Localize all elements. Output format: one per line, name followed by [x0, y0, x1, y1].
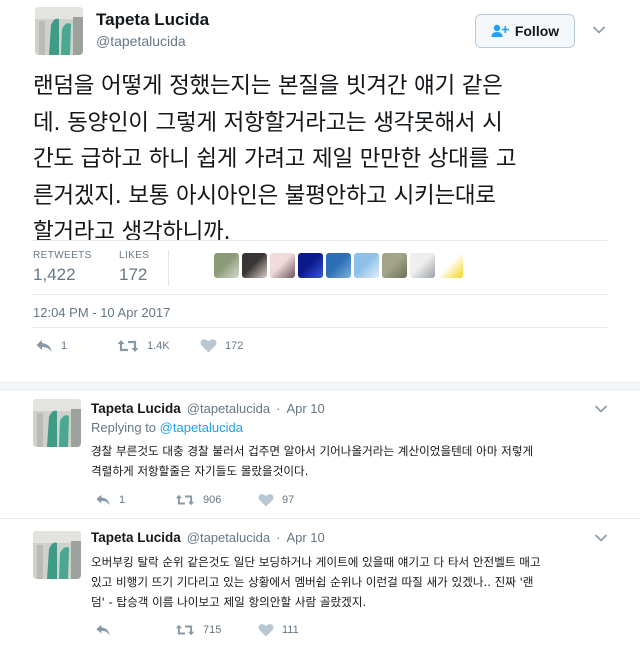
reply-header: Tapeta Lucida @tapetalucida · Apr 10 — [91, 401, 325, 416]
separator-dot: · — [276, 530, 281, 545]
retweet-icon — [175, 494, 195, 506]
retweet-count: 906 — [203, 494, 222, 506]
tweet-text-line: 간도 급하고 하니 쉽게 가려고 제일 만만한 상대를 고 — [33, 146, 517, 172]
reply-tweet[interactable]: Tapeta Lucida @tapetalucida · Apr 10 Rep… — [0, 390, 640, 518]
tweet-text: 랜덤을 어떻게 정했는지는 본질을 빗겨간 얘기 같은 데. 동양인이 그렇게 … — [33, 68, 603, 251]
liker-avatar[interactable] — [298, 253, 323, 278]
retweet-count: 715 — [203, 624, 222, 636]
chevron-down-icon[interactable] — [594, 404, 608, 414]
liker-avatar[interactable] — [410, 253, 435, 278]
author-name[interactable]: Tapeta Lucida — [91, 530, 181, 545]
like-button[interactable]: 97 — [258, 493, 294, 507]
liker-avatar[interactable] — [382, 253, 407, 278]
divider — [33, 294, 607, 295]
reply-text-line: 격렬하게 저항할줄은 자기들도 몰랐을것이다. — [91, 464, 309, 478]
tweet-text-line: 른거겠지. 보통 아시아인은 불평안하고 시키는대로 — [33, 182, 496, 209]
reply-button[interactable]: 1 — [35, 338, 67, 354]
replying-to: Replying to @tapetalucida — [91, 420, 243, 435]
reply-text-line: 오버부킹 탈락 순위 같은것도 일단 보딩하거나 게이트에 있을때 얘기고 다 … — [91, 555, 541, 569]
likes-stat[interactable]: LIKES 172 — [119, 250, 149, 285]
reply-button[interactable] — [95, 623, 119, 637]
tweet-text-line: 데. 동양인이 그렇게 저항할거라고는 생각못해서 시 — [33, 109, 503, 136]
liker-avatar[interactable] — [438, 253, 463, 278]
heart-icon — [258, 494, 274, 507]
likes-count: 172 — [119, 265, 148, 284]
divider — [33, 327, 607, 328]
avatar[interactable] — [33, 531, 81, 579]
retweet-icon — [175, 624, 195, 636]
liker-avatar[interactable] — [326, 253, 351, 278]
reply-count: 1 — [61, 340, 68, 352]
retweet-button[interactable]: 1.4K — [117, 338, 170, 354]
retweets-stat[interactable]: RETWEETS 1,422 — [33, 250, 92, 285]
heart-icon — [200, 339, 217, 353]
retweet-count: 1.4K — [147, 340, 170, 352]
tweet-text-line: 랜덤을 어떻게 정했는지는 본질을 빗겨간 얘기 같은 — [33, 73, 503, 99]
avatar[interactable] — [35, 7, 83, 55]
author-name[interactable]: Tapeta Lucida — [91, 401, 181, 416]
like-button[interactable]: 111 — [258, 623, 299, 637]
reply-text-line: 있고 비행기 뜨기 기다리고 있는 상황에서 멤버쉽 순위나 이런걸 따질 새가… — [91, 575, 534, 589]
like-button[interactable]: 172 — [200, 338, 243, 353]
main-tweet: Tapeta Lucida @tapetalucida Follow 랜덤을 어… — [0, 0, 640, 390]
retweets-count: 1,422 — [33, 265, 76, 284]
retweets-label: RETWEETS — [33, 250, 92, 261]
replying-to-link[interactable]: @tapetalucida — [160, 420, 243, 435]
follow-label: Follow — [514, 23, 560, 39]
heart-icon — [258, 624, 274, 637]
chevron-down-icon[interactable] — [592, 25, 606, 35]
reply-header: Tapeta Lucida @tapetalucida · Apr 10 — [91, 530, 325, 545]
author-handle[interactable]: @tapetalucida — [187, 530, 270, 545]
liker-avatar[interactable] — [242, 253, 267, 278]
reply-text: 오버부킹 탈락 순위 같은것도 일단 보딩하거나 게이트에 있을때 얘기고 다 … — [91, 552, 611, 612]
add-person-icon — [491, 24, 509, 38]
reply-date[interactable]: Apr 10 — [286, 530, 324, 545]
liker-avatars — [214, 253, 463, 278]
chevron-down-icon[interactable] — [594, 533, 608, 543]
avatar[interactable] — [33, 399, 81, 447]
reply-date[interactable]: Apr 10 — [286, 401, 324, 416]
reply-tweet[interactable]: Tapeta Lucida @tapetalucida · Apr 10 오버부… — [0, 519, 640, 650]
reply-text-line: 덤' - 탑승객 이름 나이보고 제일 항의안할 사람 골랐겠지. — [91, 595, 367, 609]
liker-avatar[interactable] — [354, 253, 379, 278]
like-count: 97 — [282, 494, 295, 506]
separator-dot: · — [276, 401, 281, 416]
like-count: 111 — [282, 624, 299, 636]
stats-divider — [168, 250, 169, 286]
reply-icon — [36, 340, 52, 352]
reply-icon — [96, 624, 110, 636]
like-count: 172 — [225, 339, 244, 352]
likes-label: LIKES — [119, 250, 150, 261]
reply-text: 경찰 부른것도 대충 경찰 불러서 겁주면 알아서 기어나올거라는 계산이었을텐… — [91, 441, 611, 481]
reply-button[interactable]: 1 — [95, 493, 125, 507]
reply-text-line: 경찰 부른것도 대충 경찰 불러서 겁주면 알아서 기어나올거라는 계산이었을텐… — [91, 444, 534, 458]
retweet-button[interactable]: 715 — [175, 623, 221, 637]
liker-avatar[interactable] — [214, 253, 239, 278]
retweet-icon — [117, 340, 139, 352]
reply-count: 1 — [119, 494, 126, 506]
tweet-timestamp[interactable]: 12:04 PM - 10 Apr 2017 — [33, 305, 170, 320]
liker-avatar[interactable] — [270, 253, 295, 278]
replying-prefix: Replying to — [91, 420, 157, 435]
author-name[interactable]: Tapeta Lucida — [96, 10, 209, 30]
reply-icon — [96, 494, 110, 506]
divider — [33, 240, 607, 241]
thread-separator — [0, 382, 640, 390]
author-handle[interactable]: @tapetalucida — [96, 33, 186, 49]
author-handle[interactable]: @tapetalucida — [187, 401, 270, 416]
follow-button[interactable]: Follow — [475, 14, 575, 48]
tweet-text-line: 할거라고 생각하니까. — [33, 219, 231, 245]
retweet-button[interactable]: 906 — [175, 493, 221, 507]
